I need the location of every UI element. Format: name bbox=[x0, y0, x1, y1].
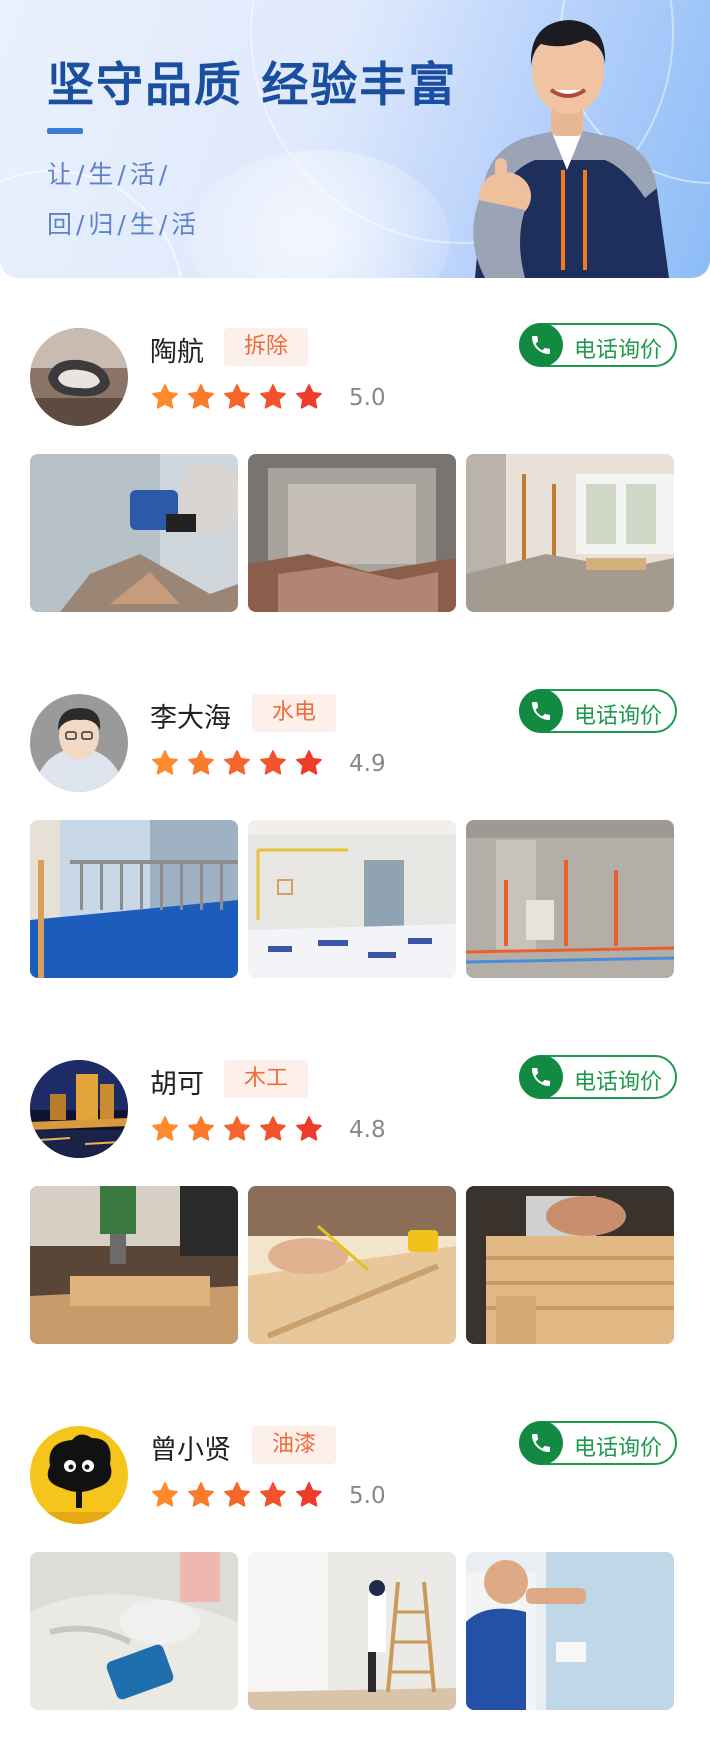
phone-icon bbox=[519, 689, 563, 733]
work-photo[interactable] bbox=[248, 820, 456, 978]
work-photo[interactable] bbox=[248, 454, 456, 612]
banner-title: 坚守品质 经验丰富 bbox=[47, 58, 458, 113]
service-tag: 木工 bbox=[224, 1060, 309, 1098]
rating-score: 5.0 bbox=[349, 385, 386, 411]
hero-banner: 坚守品质 经验丰富 让/生/活/ 回/归/生/活 bbox=[0, 0, 710, 278]
star-icon bbox=[152, 1482, 178, 1507]
work-photo[interactable] bbox=[248, 1552, 456, 1710]
worker-name: 李大海 bbox=[150, 703, 231, 734]
worker-name: 陶航 bbox=[150, 337, 204, 368]
work-photo[interactable] bbox=[466, 820, 674, 978]
worker-name: 胡可 bbox=[150, 1069, 204, 1100]
work-photo[interactable] bbox=[30, 820, 238, 978]
star-icon bbox=[260, 384, 286, 409]
phone-icon bbox=[519, 1421, 563, 1465]
work-photo[interactable] bbox=[30, 1186, 238, 1344]
star-icon bbox=[296, 1482, 322, 1507]
service-tag: 水电 bbox=[252, 694, 337, 732]
call-button[interactable]: 电话询价 bbox=[519, 1421, 677, 1465]
star-icon bbox=[152, 750, 178, 775]
star-icon bbox=[188, 1116, 214, 1141]
star-icon bbox=[188, 750, 214, 775]
banner-subtitle-line1: 让/生/活/ bbox=[47, 160, 172, 189]
avatar bbox=[30, 1426, 128, 1524]
call-button-label: 电话询价 bbox=[574, 1070, 663, 1095]
worker-illustration bbox=[473, 20, 669, 278]
avatar bbox=[30, 1060, 128, 1158]
call-button[interactable]: 电话询价 bbox=[519, 323, 677, 367]
service-tag: 油漆 bbox=[252, 1426, 337, 1464]
phone-icon bbox=[519, 323, 563, 367]
star-icon bbox=[188, 1482, 214, 1507]
worker-card[interactable]: 陶航 拆除 电话询价 5.0 bbox=[0, 323, 710, 628]
work-photo[interactable] bbox=[248, 1186, 456, 1344]
star-icon bbox=[188, 384, 214, 409]
service-tag: 拆除 bbox=[224, 328, 309, 366]
phone-icon bbox=[519, 1055, 563, 1099]
avatar bbox=[30, 694, 128, 792]
rating-score: 4.8 bbox=[349, 1117, 386, 1143]
call-button[interactable]: 电话询价 bbox=[519, 1055, 677, 1099]
star-icon bbox=[296, 384, 322, 409]
call-button[interactable]: 电话询价 bbox=[519, 689, 677, 733]
worker-card[interactable]: 胡可 木工 电话询价 4.8 bbox=[0, 1055, 710, 1360]
title-underline bbox=[47, 128, 83, 134]
star-icon bbox=[224, 750, 250, 775]
work-photo[interactable] bbox=[30, 454, 238, 612]
star-icon bbox=[260, 1116, 286, 1141]
star-icon bbox=[224, 1482, 250, 1507]
star-icon bbox=[260, 1482, 286, 1507]
avatar bbox=[30, 328, 128, 426]
star-icon bbox=[224, 384, 250, 409]
call-button-label: 电话询价 bbox=[574, 1436, 663, 1461]
star-icon bbox=[224, 1116, 250, 1141]
work-photo[interactable] bbox=[30, 1552, 238, 1710]
rating-score: 4.9 bbox=[349, 751, 386, 777]
banner-subtitle-line2: 回/归/生/活 bbox=[47, 210, 201, 239]
work-photo[interactable] bbox=[466, 454, 674, 612]
call-button-label: 电话询价 bbox=[574, 338, 663, 363]
star-icon bbox=[152, 1116, 178, 1141]
work-photo[interactable] bbox=[466, 1552, 674, 1710]
call-button-label: 电话询价 bbox=[574, 704, 663, 729]
star-icon bbox=[296, 750, 322, 775]
work-photo[interactable] bbox=[466, 1186, 674, 1344]
star-icon bbox=[152, 384, 178, 409]
star-icon bbox=[260, 750, 286, 775]
worker-name: 曾小贤 bbox=[150, 1435, 231, 1466]
worker-card[interactable]: 曾小贤 油漆 电话询价 5.0 bbox=[0, 1421, 710, 1726]
rating-score: 5.0 bbox=[349, 1483, 386, 1509]
star-icon bbox=[296, 1116, 322, 1141]
worker-card[interactable]: 李大海 水电 电话询价 4.9 bbox=[0, 689, 710, 994]
